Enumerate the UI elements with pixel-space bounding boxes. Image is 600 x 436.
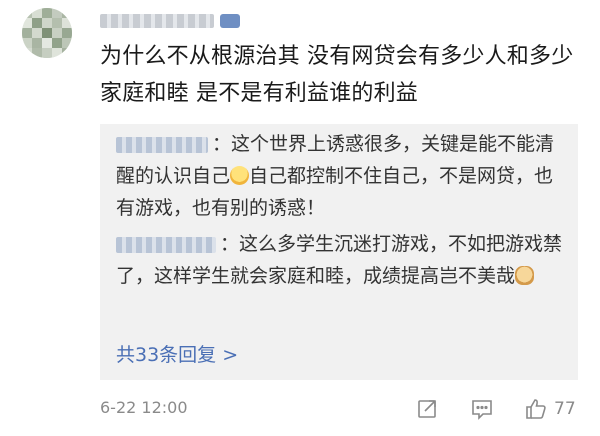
reply-author-blurred[interactable] — [116, 136, 208, 153]
like-button[interactable]: 77 — [524, 396, 576, 422]
comment-footer: 6-22 12:00 77 — [100, 396, 580, 424]
replies-panel: ：这个世界上诱惑很多，关键是能不能清醒的认识自己 自己都控制不住自己，不是网贷，也… — [100, 124, 578, 380]
like-count: 77 — [554, 399, 576, 419]
share-icon — [418, 400, 436, 418]
smiley-face-icon — [230, 166, 250, 185]
share-button[interactable] — [416, 396, 440, 422]
more-replies-label: 共33条回复 — [116, 344, 217, 366]
reply-author-blurred[interactable] — [116, 236, 216, 253]
timestamp: 6-22 12:00 — [100, 398, 188, 417]
reply-item[interactable]: ：这个世界上诱惑很多，关键是能不能清醒的认识自己 自己都控制不住自己，不是网贷，也… — [116, 128, 566, 224]
comment-icon — [472, 400, 492, 420]
thumbs-up-icon — [526, 399, 546, 419]
doge-emoji-icon — [515, 266, 535, 285]
chevron-right-icon: > — [222, 344, 239, 366]
avatar[interactable] — [22, 8, 72, 58]
comment-text: 为什么不从根源治其 没有网贷会有多少人和多少家庭和睦 是不是有利益谁的利益 — [100, 44, 574, 106]
reply-item[interactable]: ：这么多学生沉迷打游戏，不如把游戏禁了，这样学生就会家庭和睦，成绩提高岂不美哉 — [116, 228, 566, 292]
verified-badge-icon — [220, 14, 240, 28]
author-name-blurred[interactable] — [100, 14, 214, 28]
more-replies-link[interactable]: 共33条回复 > — [116, 340, 238, 367]
comment-button[interactable] — [470, 396, 494, 422]
